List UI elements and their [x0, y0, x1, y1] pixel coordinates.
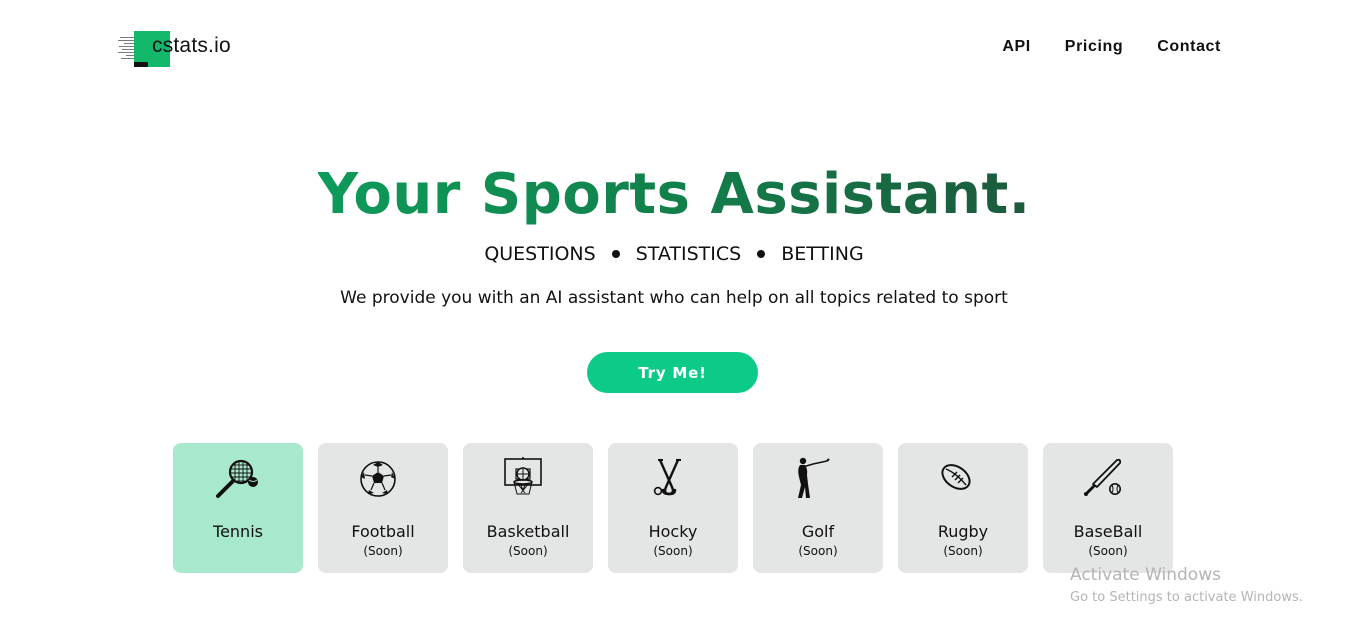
hero-title-text: Your Sports Assistant.	[317, 162, 1031, 227]
sport-name: Football	[351, 522, 415, 541]
tag-betting: BETTING	[781, 243, 864, 265]
logo[interactable]: cstats.io	[118, 30, 248, 68]
sport-status: (Soon)	[653, 544, 693, 558]
main-nav: API Pricing Contact	[1002, 38, 1221, 56]
hero-tags: QUESTIONS STATISTICS BETTING	[0, 243, 1348, 265]
windows-activation-subtitle: Go to Settings to activate Windows.	[1070, 590, 1303, 605]
sport-status: (Soon)	[1088, 544, 1128, 558]
sport-cards: Tennis Football (Soon) Basketball (Soon)…	[173, 443, 1173, 573]
bullet-dot	[611, 250, 620, 258]
soccer-ball-icon	[360, 461, 396, 497]
golfer-icon	[798, 457, 830, 498]
sport-name: Hocky	[648, 522, 698, 541]
sport-card-tennis[interactable]: Tennis	[173, 443, 303, 573]
nav-pricing-link[interactable]: Pricing	[1065, 38, 1123, 56]
hockey-sticks-icon	[653, 458, 681, 496]
nav-api-link[interactable]: API	[1002, 38, 1030, 56]
sport-card-football[interactable]: Football (Soon)	[318, 443, 448, 573]
try-me-button[interactable]: Try Me!	[587, 352, 758, 393]
basketball-hoop-icon	[504, 457, 542, 495]
sport-card-basketball[interactable]: Basketball (Soon)	[463, 443, 593, 573]
sport-name: BaseBall	[1073, 522, 1143, 541]
tag-statistics: STATISTICS	[635, 243, 742, 265]
sport-card-hockey[interactable]: Hocky (Soon)	[608, 443, 738, 573]
hero-title: Your Sports Assistant.	[0, 160, 1348, 230]
sport-card-baseball[interactable]: BaseBall (Soon)	[1043, 443, 1173, 573]
tag-questions: QUESTIONS	[484, 243, 596, 265]
page: cstats.io API Pricing Contact Your Sport…	[0, 0, 1348, 640]
sport-status: (Soon)	[943, 544, 983, 558]
nav-contact-link[interactable]: Contact	[1157, 38, 1221, 56]
sport-status: (Soon)	[508, 544, 548, 558]
sport-status: (Soon)	[798, 544, 838, 558]
sport-name: Rugby	[937, 522, 989, 541]
logo-text: cstats.io	[152, 34, 231, 57]
rugby-ball-icon	[941, 464, 971, 490]
sport-status: (Soon)	[363, 544, 403, 558]
sport-name: Tennis	[213, 522, 263, 541]
sport-name: Golf	[801, 522, 835, 541]
hero-description: We provide you with an AI assistant who …	[340, 288, 1008, 308]
sport-card-rugby[interactable]: Rugby (Soon)	[898, 443, 1028, 573]
baseball-bat-icon	[1084, 458, 1122, 496]
tennis-racket-icon	[216, 459, 258, 498]
windows-activation-title: Activate Windows	[1070, 565, 1221, 585]
bullet-dot	[757, 250, 766, 258]
sport-card-golf[interactable]: Golf (Soon)	[753, 443, 883, 573]
sport-name: Basketball	[486, 522, 570, 541]
